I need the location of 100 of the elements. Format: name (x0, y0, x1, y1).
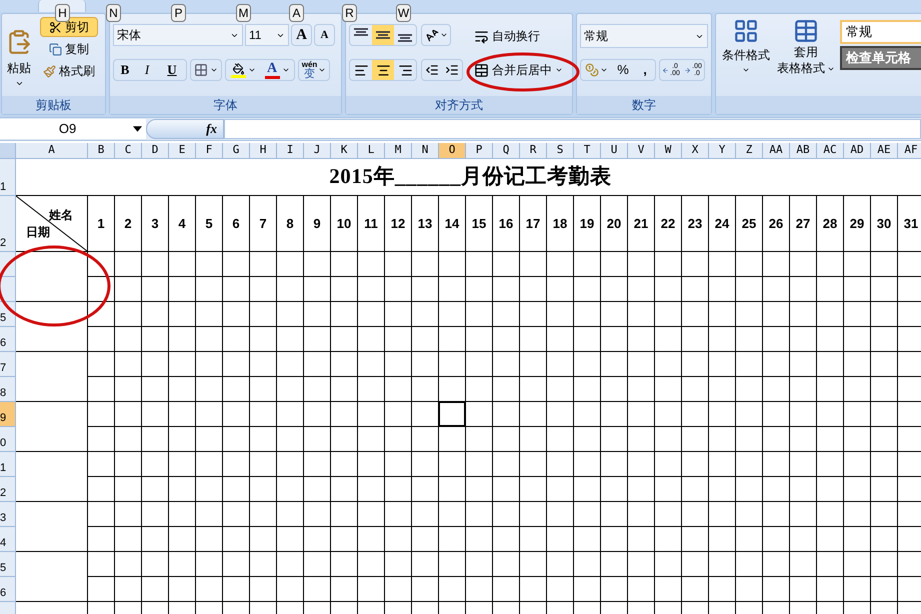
column-header[interactable]: B (88, 143, 115, 159)
column-header[interactable]: T (574, 143, 601, 159)
vertical-align-button[interactable] (372, 25, 394, 45)
column-header[interactable]: S (547, 143, 574, 159)
column-header[interactable]: X (682, 143, 709, 159)
orientation-button[interactable] (421, 24, 451, 46)
percent-button[interactable]: % (611, 60, 635, 80)
paint-bucket-icon (230, 62, 246, 78)
row-header[interactable]: 3 (0, 502, 16, 527)
merged-cell (16, 402, 88, 452)
row-header[interactable]: 0 (0, 427, 16, 452)
column-header[interactable]: AD (844, 143, 871, 159)
font-name-field[interactable]: 宋体 (113, 24, 243, 46)
column-header[interactable]: AA (763, 143, 790, 159)
row-header[interactable]: 9 (0, 402, 16, 427)
column-header[interactable]: G (223, 143, 250, 159)
italic-button[interactable]: I (136, 60, 158, 80)
column-header[interactable]: AC (817, 143, 844, 159)
underline-button[interactable]: U (158, 60, 186, 80)
coins-icon (584, 63, 598, 77)
column-header[interactable]: I (277, 143, 304, 159)
column-header[interactable]: O (439, 143, 466, 159)
column-header[interactable]: E (169, 143, 196, 159)
align-lines-icon (353, 28, 369, 36)
row-header[interactable]: 2 (0, 196, 16, 252)
keytip: P (171, 4, 186, 22)
row-header[interactable]: 7 (0, 352, 16, 377)
shrink-font-button[interactable]: A (314, 24, 335, 46)
keytip: R (342, 4, 357, 22)
column-header[interactable]: D (142, 143, 169, 159)
comma-button[interactable]: , (635, 60, 655, 80)
merged-cell (16, 552, 88, 602)
column-header[interactable]: K (331, 143, 358, 159)
column-header[interactable]: AE (871, 143, 898, 159)
table-icon (793, 18, 819, 44)
row-header[interactable]: 6 (0, 327, 16, 352)
format-painter-button[interactable]: 格式刷 (40, 61, 98, 81)
column-header[interactable]: AF (898, 143, 921, 159)
phonetic-button[interactable]: wén 变 (298, 59, 330, 81)
wrap-text-button[interactable]: 自动换行 (474, 26, 540, 46)
group-title-bar: 字体 (110, 96, 341, 114)
column-header[interactable]: M (385, 143, 412, 159)
row-header[interactable]: 1 (0, 452, 16, 477)
row-header[interactable]: 2 (0, 477, 16, 502)
copy-button[interactable]: 复制 (40, 39, 98, 59)
row-header[interactable]: 6 (0, 577, 16, 602)
keytip: M (236, 4, 251, 22)
merge-cells-icon (474, 62, 489, 78)
column-header[interactable]: P (466, 143, 493, 159)
column-header[interactable]: AB (790, 143, 817, 159)
cell-style-swatch[interactable]: 检查单元格 (840, 46, 921, 70)
horizontal-align-button[interactable] (372, 60, 394, 80)
table-format-button[interactable]: 套用 表格格式 (774, 18, 838, 76)
formula-input[interactable] (224, 119, 921, 139)
caret-icon (742, 66, 750, 74)
column-header[interactable]: W (655, 143, 682, 159)
font-size-field[interactable]: 11 (245, 24, 289, 46)
align-lines-icon (398, 62, 412, 78)
column-header[interactable]: A (16, 143, 88, 159)
caret-icon (248, 66, 256, 74)
column-header[interactable]: N (412, 143, 439, 159)
arrow-icon (684, 66, 692, 74)
paste-button[interactable]: 粘贴 (4, 20, 34, 94)
merge-center-button[interactable]: 合并后居中 (474, 60, 563, 80)
caret-icon (600, 66, 608, 74)
column-header[interactable]: J (304, 143, 331, 159)
column-header[interactable]: V (628, 143, 655, 159)
row-header[interactable]: 5 (0, 552, 16, 577)
cut-button[interactable]: 剪切 (40, 17, 98, 37)
formula-bar-handle[interactable]: fx (146, 119, 224, 139)
column-header[interactable]: C (115, 143, 142, 159)
grow-font-button[interactable]: A (291, 24, 312, 46)
column-header[interactable]: Z (736, 143, 763, 159)
group-title-bar: 对齐方式 (346, 96, 572, 114)
column-header[interactable]: L (358, 143, 385, 159)
arrow-icon (662, 66, 670, 74)
number-format-field[interactable]: 常规 (580, 24, 708, 48)
row-header[interactable]: 4 (0, 527, 16, 552)
caret-icon (555, 66, 563, 74)
group-title-bar: 数字 (577, 96, 711, 114)
scissors-icon (49, 20, 62, 34)
name-box[interactable]: O9 (0, 119, 146, 139)
row-header[interactable]: 1 (0, 159, 16, 196)
column-header[interactable]: H (250, 143, 277, 159)
borders-button[interactable] (190, 59, 222, 81)
keytip: W (396, 4, 411, 22)
caret-icon (440, 31, 448, 39)
column-header[interactable]: Y (709, 143, 736, 159)
font-color-button[interactable]: A (260, 60, 294, 80)
row-header[interactable]: 8 (0, 377, 16, 402)
column-header[interactable]: U (601, 143, 628, 159)
header-label: 日期 (26, 224, 50, 241)
align-lines-icon (375, 31, 391, 39)
conditional-format-button[interactable]: 条件格式 (718, 18, 774, 74)
cell-style-swatch[interactable]: 常规 (840, 20, 921, 44)
column-header[interactable]: R (520, 143, 547, 159)
column-header[interactable]: Q (493, 143, 520, 159)
wrap-text-icon (474, 28, 489, 44)
column-header[interactable]: F (196, 143, 223, 159)
bold-button[interactable]: B (114, 60, 136, 80)
